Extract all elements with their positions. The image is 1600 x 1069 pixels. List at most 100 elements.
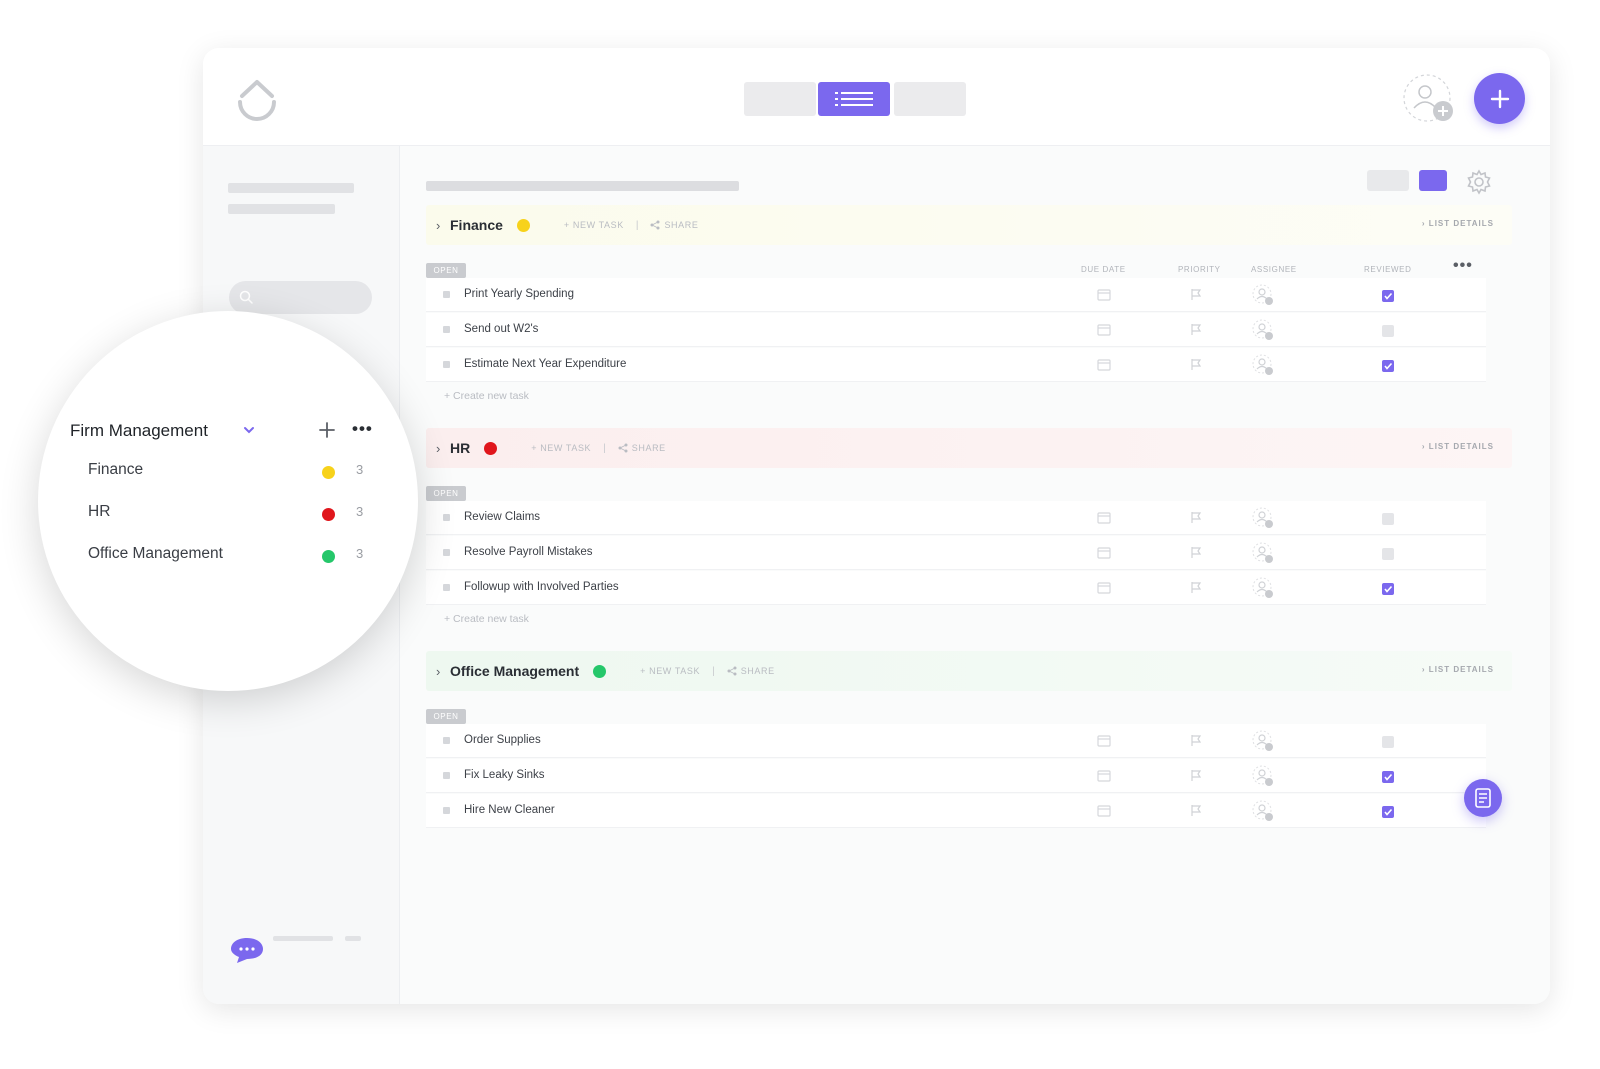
list-view-button[interactable] — [818, 82, 890, 116]
column-header-due-date[interactable]: DUE DATE — [1081, 265, 1126, 274]
share-button[interactable]: SHARE — [632, 443, 666, 453]
task-status-square[interactable] — [443, 737, 450, 744]
share-button[interactable]: SHARE — [741, 666, 775, 676]
group-name[interactable]: Finance — [450, 217, 503, 233]
column-header-priority[interactable]: PRIORITY — [1178, 265, 1221, 274]
more-options-icon[interactable]: ••• — [352, 419, 373, 439]
create-task-button[interactable]: + Create new task — [444, 613, 529, 625]
new-task-button[interactable]: + NEW TASK — [640, 666, 700, 676]
assignee-icon[interactable] — [1252, 319, 1274, 346]
assignee-icon[interactable] — [1252, 507, 1274, 534]
assignee-icon[interactable] — [1252, 542, 1274, 569]
flag-icon[interactable] — [1190, 288, 1202, 306]
assignee-icon[interactable] — [1252, 354, 1274, 381]
new-task-button[interactable]: + NEW TASK — [564, 220, 624, 230]
task-status-square[interactable] — [443, 326, 450, 333]
column-header-reviewed[interactable]: REVIEWED — [1364, 265, 1411, 274]
task-row[interactable]: Hire New Cleaner — [426, 794, 1486, 828]
task-status-square[interactable] — [443, 514, 450, 521]
assignee-icon[interactable] — [1252, 577, 1274, 604]
flag-icon[interactable] — [1190, 581, 1202, 599]
chevron-down-icon[interactable] — [242, 423, 256, 437]
calendar-icon[interactable] — [1097, 546, 1111, 564]
task-name[interactable]: Hire New Cleaner — [464, 804, 555, 816]
search-input[interactable] — [229, 281, 372, 314]
gear-icon[interactable] — [1466, 169, 1492, 195]
chevron-right-icon[interactable]: › — [436, 441, 446, 456]
task-row[interactable]: Send out W2's — [426, 313, 1486, 347]
calendar-icon[interactable] — [1097, 581, 1111, 599]
task-row[interactable]: Order Supplies — [426, 724, 1486, 758]
chevron-right-icon[interactable]: › — [436, 664, 446, 679]
new-task-button[interactable]: + NEW TASK — [531, 443, 591, 453]
workspace-title[interactable]: Firm Management — [70, 421, 208, 441]
task-status-square[interactable] — [443, 772, 450, 779]
calendar-icon[interactable] — [1097, 769, 1111, 787]
task-row[interactable]: Print Yearly Spending — [426, 278, 1486, 312]
task-name[interactable]: Print Yearly Spending — [464, 288, 574, 300]
reviewed-checkbox[interactable] — [1382, 513, 1394, 525]
more-options-icon[interactable]: ••• — [1453, 257, 1473, 275]
task-name[interactable]: Followup with Involved Parties — [464, 581, 619, 593]
flag-icon[interactable] — [1190, 511, 1202, 529]
task-name[interactable]: Resolve Payroll Mistakes — [464, 546, 592, 558]
task-name[interactable]: Fix Leaky Sinks — [464, 769, 545, 781]
task-status-square[interactable] — [443, 807, 450, 814]
task-row[interactable]: Followup with Involved Parties — [426, 571, 1486, 605]
reviewed-checkbox[interactable] — [1382, 548, 1394, 560]
calendar-icon[interactable] — [1097, 323, 1111, 341]
flag-icon[interactable] — [1190, 546, 1202, 564]
assignee-icon[interactable] — [1252, 800, 1274, 827]
assignee-icon[interactable] — [1252, 730, 1274, 757]
task-name[interactable]: Send out W2's — [464, 323, 538, 335]
reviewed-checkbox[interactable] — [1382, 360, 1394, 372]
task-row[interactable]: Estimate Next Year Expenditure — [426, 348, 1486, 382]
flag-icon[interactable] — [1190, 769, 1202, 787]
box-view-button[interactable] — [894, 82, 966, 116]
board-view-button[interactable] — [744, 82, 816, 116]
task-row[interactable]: Resolve Payroll Mistakes — [426, 536, 1486, 570]
chat-icon[interactable] — [229, 936, 265, 964]
flag-icon[interactable] — [1190, 804, 1202, 822]
task-row[interactable]: Fix Leaky Sinks — [426, 759, 1486, 793]
sidebar-list-item[interactable]: Finance 3 — [88, 461, 378, 485]
reviewed-checkbox[interactable] — [1382, 325, 1394, 337]
assignee-icon[interactable] — [1252, 284, 1274, 311]
assignee-icon[interactable] — [1252, 765, 1274, 792]
reviewed-checkbox[interactable] — [1382, 290, 1394, 302]
sidebar-list-item[interactable]: Office Management 3 — [88, 545, 378, 569]
task-status-square[interactable] — [443, 361, 450, 368]
create-task-button[interactable]: + Create new task — [444, 390, 529, 402]
column-header-assignee[interactable]: ASSIGNEE — [1251, 265, 1297, 274]
task-row[interactable]: Review Claims — [426, 501, 1486, 535]
task-name[interactable]: Estimate Next Year Expenditure — [464, 358, 626, 370]
list-details-link[interactable]: › LIST DETAILS — [1422, 665, 1494, 674]
filter-chip[interactable] — [1367, 170, 1409, 191]
reviewed-checkbox[interactable] — [1382, 583, 1394, 595]
flag-icon[interactable] — [1190, 358, 1202, 376]
list-details-link[interactable]: › LIST DETAILS — [1422, 442, 1494, 451]
flag-icon[interactable] — [1190, 734, 1202, 752]
invite-user-icon[interactable] — [1403, 74, 1455, 126]
calendar-icon[interactable] — [1097, 511, 1111, 529]
calendar-icon[interactable] — [1097, 288, 1111, 306]
add-list-icon[interactable] — [318, 421, 336, 439]
calendar-icon[interactable] — [1097, 734, 1111, 752]
add-button[interactable] — [1474, 73, 1525, 124]
share-button[interactable]: SHARE — [664, 220, 698, 230]
task-status-square[interactable] — [443, 291, 450, 298]
task-status-square[interactable] — [443, 549, 450, 556]
docs-button[interactable] — [1464, 779, 1502, 817]
group-name[interactable]: Office Management — [450, 663, 579, 679]
reviewed-checkbox[interactable] — [1382, 806, 1394, 818]
sidebar-list-item[interactable]: HR 3 — [88, 503, 378, 527]
task-name[interactable]: Review Claims — [464, 511, 540, 523]
calendar-icon[interactable] — [1097, 358, 1111, 376]
task-name[interactable]: Order Supplies — [464, 734, 541, 746]
group-name[interactable]: HR — [450, 440, 470, 456]
calendar-icon[interactable] — [1097, 804, 1111, 822]
reviewed-checkbox[interactable] — [1382, 736, 1394, 748]
task-status-square[interactable] — [443, 584, 450, 591]
chevron-right-icon[interactable]: › — [436, 218, 446, 233]
flag-icon[interactable] — [1190, 323, 1202, 341]
